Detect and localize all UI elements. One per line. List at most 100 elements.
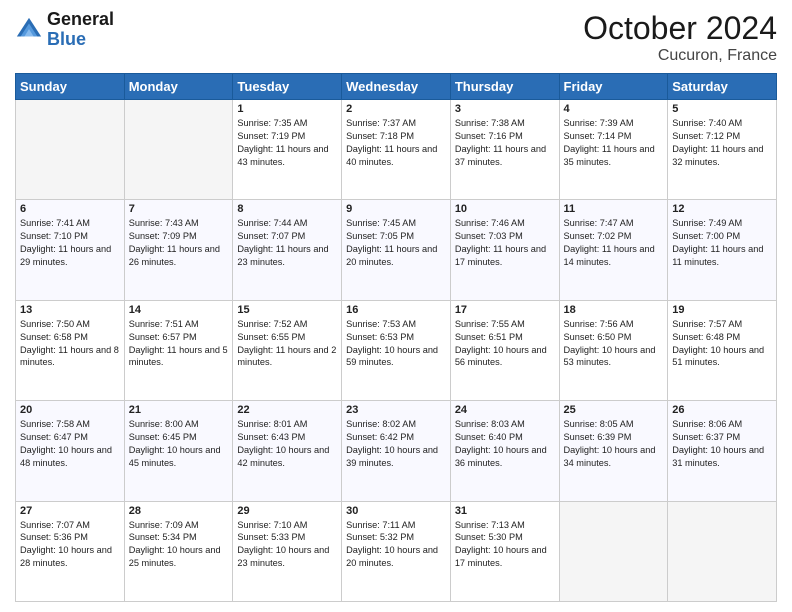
day-cell: 26Sunrise: 8:06 AMSunset: 6:37 PMDayligh… [668, 401, 777, 501]
weekday-header-sunday: Sunday [16, 74, 125, 100]
day-info: Sunrise: 7:39 AMSunset: 7:14 PMDaylight:… [564, 117, 664, 169]
logo-icon [15, 16, 43, 44]
day-cell: 13 Sunrise: 7:50 AMSunset: 6:58 PMDayligh… [16, 300, 125, 400]
day-info: Sunrise: 7:11 AMSunset: 5:32 PMDaylight:… [346, 519, 446, 571]
day-info: Sunrise: 7:45 AMSunset: 7:05 PMDaylight:… [346, 217, 446, 269]
day-info: Sunrise: 7:55 AMSunset: 6:51 PMDaylight:… [455, 318, 555, 370]
day-number: 6 [20, 203, 120, 215]
day-number: 3 [455, 103, 555, 115]
day-number: 28 [129, 505, 229, 517]
day-number: 21 [129, 404, 229, 416]
day-info: Sunrise: 7:49 AMSunset: 7:00 PMDaylight:… [672, 217, 772, 269]
day-cell: 29Sunrise: 7:10 AMSunset: 5:33 PMDayligh… [233, 501, 342, 601]
day-number: 4 [564, 103, 664, 115]
day-cell: 10Sunrise: 7:46 AMSunset: 7:03 PMDayligh… [450, 200, 559, 300]
day-number: 1 [237, 103, 337, 115]
location-title: Cucuron, France [583, 47, 777, 65]
day-cell [668, 501, 777, 601]
day-info: Sunrise: 7:37 AMSunset: 7:18 PMDaylight:… [346, 117, 446, 169]
day-info: Sunrise: 7:52 AMSunset: 6:55 PMDaylight:… [237, 318, 337, 370]
day-cell: 25Sunrise: 8:05 AMSunset: 6:39 PMDayligh… [559, 401, 668, 501]
day-info: Sunrise: 8:02 AMSunset: 6:42 PMDaylight:… [346, 418, 446, 470]
day-info: Sunrise: 7:09 AMSunset: 5:34 PMDaylight:… [129, 519, 229, 571]
day-cell: 20Sunrise: 7:58 AMSunset: 6:47 PMDayligh… [16, 401, 125, 501]
day-number: 11 [564, 203, 664, 215]
day-cell: 18 Sunrise: 7:56 AMSunset: 6:50 PMDayligh… [559, 300, 668, 400]
week-row-5: 27 Sunrise: 7:07 AMSunset: 5:36 PMDayligh… [16, 501, 777, 601]
day-info: Sunrise: 8:03 AMSunset: 6:40 PMDaylight:… [455, 418, 555, 470]
day-info: Sunrise: 7:58 AMSunset: 6:47 PMDaylight:… [20, 418, 120, 470]
day-cell: 19 Sunrise: 7:57 AMSunset: 6:48 PMDayligh… [668, 300, 777, 400]
day-number: 25 [564, 404, 664, 416]
calendar-table: SundayMondayTuesdayWednesdayThursdayFrid… [15, 73, 777, 602]
day-cell: 16Sunrise: 7:53 AMSunset: 6:53 PMDayligh… [342, 300, 451, 400]
day-info: Sunrise: 8:01 AMSunset: 6:43 PMDaylight:… [237, 418, 337, 470]
day-info: Sunrise: 7:47 AMSunset: 7:02 PMDaylight:… [564, 217, 664, 269]
day-number: 24 [455, 404, 555, 416]
weekday-header-tuesday: Tuesday [233, 74, 342, 100]
day-cell: 9 Sunrise: 7:45 AMSunset: 7:05 PMDaylight… [342, 200, 451, 300]
day-number: 29 [237, 505, 337, 517]
calendar-page: General Blue October 2024 Cucuron, Franc… [0, 0, 792, 612]
day-cell [124, 100, 233, 200]
weekday-header-thursday: Thursday [450, 74, 559, 100]
day-cell: 11 Sunrise: 7:47 AMSunset: 7:02 PMDayligh… [559, 200, 668, 300]
day-cell: 15 Sunrise: 7:52 AMSunset: 6:55 PMDayligh… [233, 300, 342, 400]
day-cell [559, 501, 668, 601]
day-cell: 31Sunrise: 7:13 AMSunset: 5:30 PMDayligh… [450, 501, 559, 601]
day-info: Sunrise: 7:57 AMSunset: 6:48 PMDaylight:… [672, 318, 772, 370]
day-info: Sunrise: 7:51 AMSunset: 6:57 PMDaylight:… [129, 318, 229, 370]
day-cell: 3 Sunrise: 7:38 AMSunset: 7:16 PMDaylight… [450, 100, 559, 200]
day-cell: 14 Sunrise: 7:51 AMSunset: 6:57 PMDayligh… [124, 300, 233, 400]
day-number: 23 [346, 404, 446, 416]
day-cell: 12 Sunrise: 7:49 AMSunset: 7:00 PMDayligh… [668, 200, 777, 300]
weekday-header-saturday: Saturday [668, 74, 777, 100]
day-number: 7 [129, 203, 229, 215]
day-number: 16 [346, 304, 446, 316]
day-number: 14 [129, 304, 229, 316]
day-cell: 23 Sunrise: 8:02 AMSunset: 6:42 PMDayligh… [342, 401, 451, 501]
day-number: 22 [237, 404, 337, 416]
day-number: 31 [455, 505, 555, 517]
day-info: Sunrise: 8:00 AMSunset: 6:45 PMDaylight:… [129, 418, 229, 470]
header: General Blue October 2024 Cucuron, Franc… [15, 10, 777, 65]
day-cell: 1Sunrise: 7:35 AMSunset: 7:19 PMDaylight… [233, 100, 342, 200]
week-row-3: 13 Sunrise: 7:50 AMSunset: 6:58 PMDayligh… [16, 300, 777, 400]
day-cell: 5Sunrise: 7:40 AMSunset: 7:12 PMDaylight… [668, 100, 777, 200]
weekday-header-row: SundayMondayTuesdayWednesdayThursdayFrid… [16, 74, 777, 100]
day-info: Sunrise: 7:41 AMSunset: 7:10 PMDaylight:… [20, 217, 120, 269]
day-info: Sunrise: 8:06 AMSunset: 6:37 PMDaylight:… [672, 418, 772, 470]
day-number: 27 [20, 505, 120, 517]
weekday-header-monday: Monday [124, 74, 233, 100]
day-cell [16, 100, 125, 200]
month-title: October 2024 [583, 10, 777, 47]
day-number: 15 [237, 304, 337, 316]
day-number: 12 [672, 203, 772, 215]
day-number: 9 [346, 203, 446, 215]
day-info: Sunrise: 7:43 AMSunset: 7:09 PMDaylight:… [129, 217, 229, 269]
day-info: Sunrise: 7:56 AMSunset: 6:50 PMDaylight:… [564, 318, 664, 370]
day-info: Sunrise: 7:07 AMSunset: 5:36 PMDaylight:… [20, 519, 120, 571]
day-number: 13 [20, 304, 120, 316]
day-number: 18 [564, 304, 664, 316]
logo: General Blue [15, 10, 114, 50]
day-cell: 27 Sunrise: 7:07 AMSunset: 5:36 PMDayligh… [16, 501, 125, 601]
day-cell: 24 Sunrise: 8:03 AMSunset: 6:40 PMDayligh… [450, 401, 559, 501]
day-info: Sunrise: 7:38 AMSunset: 7:16 PMDaylight:… [455, 117, 555, 169]
weekday-header-friday: Friday [559, 74, 668, 100]
day-info: Sunrise: 7:44 AMSunset: 7:07 PMDaylight:… [237, 217, 337, 269]
day-cell: 2 Sunrise: 7:37 AMSunset: 7:18 PMDaylight… [342, 100, 451, 200]
day-cell: 7 Sunrise: 7:43 AMSunset: 7:09 PMDaylight… [124, 200, 233, 300]
day-cell: 17Sunrise: 7:55 AMSunset: 6:51 PMDayligh… [450, 300, 559, 400]
day-info: Sunrise: 7:50 AMSunset: 6:58 PMDaylight:… [20, 318, 120, 370]
day-number: 10 [455, 203, 555, 215]
day-cell: 22 Sunrise: 8:01 AMSunset: 6:43 PMDayligh… [233, 401, 342, 501]
day-cell: 21 Sunrise: 8:00 AMSunset: 6:45 PMDayligh… [124, 401, 233, 501]
day-number: 30 [346, 505, 446, 517]
day-cell: 6 Sunrise: 7:41 AMSunset: 7:10 PMDaylight… [16, 200, 125, 300]
day-number: 2 [346, 103, 446, 115]
weekday-header-wednesday: Wednesday [342, 74, 451, 100]
day-cell: 28 Sunrise: 7:09 AMSunset: 5:34 PMDayligh… [124, 501, 233, 601]
day-cell: 8Sunrise: 7:44 AMSunset: 7:07 PMDaylight… [233, 200, 342, 300]
day-number: 19 [672, 304, 772, 316]
